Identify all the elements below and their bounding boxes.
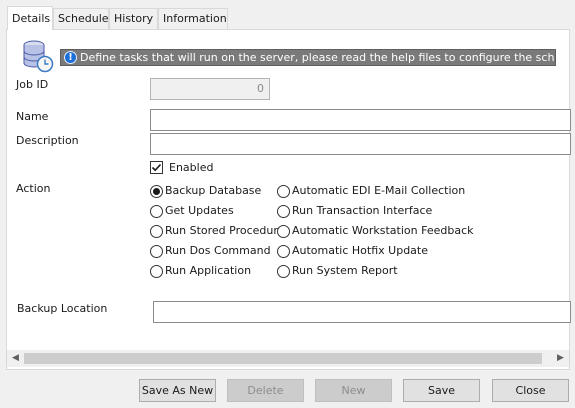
enabled-checkbox[interactable] [150, 161, 163, 174]
radio-run-dos-command[interactable] [150, 245, 163, 258]
tab-history-label: History [114, 12, 154, 25]
option-run-dos-command[interactable]: Run Dos Command [165, 244, 271, 257]
scroll-right-arrow-icon[interactable]: ▶ [552, 350, 569, 367]
tab-details-label: Details [12, 12, 51, 25]
save-button[interactable]: Save [403, 379, 480, 402]
info-icon: ! [64, 51, 77, 64]
radio-automatic-edi-email-collection[interactable] [277, 185, 290, 198]
radio-run-transaction-interface[interactable] [277, 205, 290, 218]
tab-information[interactable]: Information [158, 8, 228, 29]
scrollbar-thumb[interactable] [24, 353, 542, 364]
radio-run-stored-procedure[interactable] [150, 225, 163, 238]
checkmark-icon [151, 163, 162, 172]
option-automatic-workstation-feedback[interactable]: Automatic Workstation Feedback [292, 224, 474, 237]
radio-get-updates[interactable] [150, 205, 163, 218]
details-panel: ! Define tasks that will run on the serv… [6, 29, 571, 370]
close-button[interactable]: Close [492, 379, 569, 402]
backup-location-field[interactable] [153, 301, 571, 323]
name-label: Name [16, 110, 49, 123]
description-label: Description [16, 134, 79, 147]
option-run-transaction-interface[interactable]: Run Transaction Interface [292, 204, 432, 217]
radio-backup-database[interactable] [150, 185, 163, 198]
enabled-label: Enabled [169, 161, 214, 174]
radio-run-system-report[interactable] [277, 265, 290, 278]
tab-history[interactable]: History [109, 8, 158, 29]
scroll-left-arrow-icon[interactable]: ◀ [7, 350, 24, 367]
backup-location-label: Backup Location [17, 302, 108, 315]
option-run-application[interactable]: Run Application [165, 264, 251, 277]
tab-details[interactable]: Details [7, 6, 53, 30]
option-get-updates[interactable]: Get Updates [165, 204, 234, 217]
option-automatic-hotfix-update[interactable]: Automatic Hotfix Update [292, 244, 428, 257]
option-run-system-report[interactable]: Run System Report [292, 264, 398, 277]
action-label: Action [16, 182, 51, 195]
option-run-stored-procedure[interactable]: Run Stored Procedure [165, 224, 284, 237]
option-backup-database[interactable]: Backup Database [165, 184, 261, 197]
tab-schedule-label: Schedule [58, 12, 109, 25]
save-as-new-button[interactable]: Save As New [139, 379, 216, 402]
info-banner-text: Define tasks that will run on the server… [80, 51, 556, 64]
delete-button[interactable]: Delete [227, 379, 304, 402]
job-id-label: Job ID [16, 78, 49, 91]
radio-automatic-hotfix-update[interactable] [277, 245, 290, 258]
horizontal-scrollbar[interactable]: ◀ ▶ [7, 350, 569, 367]
radio-automatic-workstation-feedback[interactable] [277, 225, 290, 238]
tab-schedule[interactable]: Schedule [53, 8, 109, 29]
database-schedule-icon [22, 39, 54, 73]
info-banner: ! Define tasks that will run on the serv… [60, 49, 556, 66]
description-field[interactable] [150, 133, 571, 155]
name-field[interactable] [150, 109, 571, 131]
tab-information-label: Information [163, 12, 227, 25]
option-automatic-edi-email-collection[interactable]: Automatic EDI E-Mail Collection [292, 184, 465, 197]
job-id-field: 0 [150, 78, 270, 100]
new-button[interactable]: New [315, 379, 392, 402]
radio-run-application[interactable] [150, 265, 163, 278]
